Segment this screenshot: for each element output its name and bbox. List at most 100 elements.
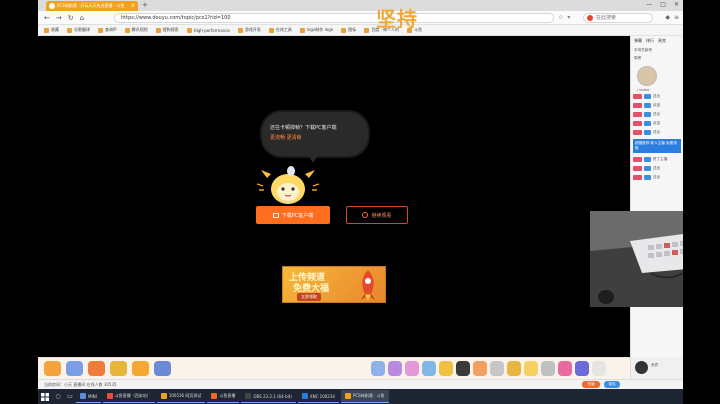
taskbar-app[interactable]: 斗鱼直播（西安站） [102, 390, 155, 403]
gift-icon[interactable] [439, 361, 453, 376]
bookmark-item[interactable]: 谷歌翻译 [67, 27, 90, 33]
extension-icon[interactable]: ◆ [665, 14, 670, 21]
avatar[interactable] [637, 66, 657, 86]
bookmark-label: 图标 [348, 27, 357, 32]
bookmark-label: 收藏 [51, 27, 59, 32]
chat-message: 送出 [631, 164, 683, 173]
search-input[interactable]: 在此搜索 [583, 13, 653, 23]
sidebar-tab[interactable]: 贵宾 [658, 38, 666, 46]
speech-bubble: 还在卡顿掉帧？下载PC客户端 更流畅 更清晰 [262, 112, 368, 163]
start-button[interactable] [38, 389, 52, 404]
gift-icon[interactable] [524, 361, 538, 376]
chat-message: 送出 [631, 128, 683, 137]
sidebar-tab[interactable]: 排行 [646, 38, 654, 46]
chat-message: 送出 [631, 92, 683, 101]
fan-badge-icon [633, 112, 642, 117]
back-icon[interactable]: ← [44, 13, 50, 23]
continue-watching-label: 继续观看 [371, 212, 392, 219]
gift-icon[interactable] [132, 361, 149, 376]
browser-tab[interactable]: PCS神剧通 · 好玩天天有虎直播 - 斗鱼 × [46, 1, 138, 11]
fan-badge-icon [633, 175, 642, 180]
star-icon[interactable]: ☆ [558, 14, 563, 21]
gift-icon[interactable] [473, 361, 487, 376]
gift-icon[interactable] [88, 361, 105, 376]
dropdown-icon[interactable]: ▾ [567, 14, 570, 21]
search-icon[interactable]: ○ [52, 389, 64, 404]
continue-watching-button[interactable]: 继续观看 [346, 206, 408, 224]
menu-icon[interactable]: ≡ [674, 14, 679, 21]
bookmark-icon [364, 27, 370, 33]
banner-cta[interactable]: 立即领取 [297, 293, 321, 301]
sidebar-tab[interactable]: 弹幕 [634, 38, 642, 46]
gift-icon[interactable] [66, 361, 83, 376]
bookmark-item[interactable]: 腾讯视频 [124, 27, 148, 33]
gift-icon[interactable] [405, 361, 419, 376]
level-badge-icon [644, 112, 651, 117]
taskbar-app-label: PCS神剧通 · 斗鱼 [352, 393, 385, 398]
gift-icon[interactable] [44, 361, 61, 376]
taskbar-app-label: 100536 网页测试 [168, 393, 202, 398]
bookmark-item[interactable]: 图标 [341, 27, 356, 33]
promo-banner[interactable]: 上传频道 免费大福 立即领取 [282, 266, 386, 303]
bookmark-icon [98, 27, 103, 33]
maximize-button[interactable]: □ [660, 1, 666, 8]
taskbar-app[interactable]: OBS 23.2.1 (64-bit) [241, 390, 296, 403]
forward-icon[interactable]: → [56, 13, 62, 23]
taskbar-app[interactable]: 斗鱼直播 [207, 390, 240, 403]
bookmark-item[interactable]: 查询IP [98, 27, 117, 33]
chat-text: 送出 [653, 175, 661, 179]
reload-icon[interactable]: ↻ [68, 13, 74, 23]
url-input[interactable]: https://www.douyu.com/topic/pcs1?rid=100 [114, 13, 554, 23]
rocket-icon [361, 270, 375, 301]
gift-icon[interactable] [371, 361, 385, 376]
taskbar-app[interactable]: MINI [76, 390, 101, 403]
bookmark-item[interactable]: 游戏开发 [237, 27, 261, 33]
bookmark-item[interactable]: 在线工具 [268, 27, 292, 33]
gift-icon[interactable] [422, 361, 436, 376]
chat-text: 欢迎 [653, 121, 661, 125]
new-tab-button[interactable]: + [142, 1, 148, 10]
bookmark-item[interactable]: 收藏 [44, 27, 59, 33]
avatar[interactable] [635, 361, 648, 374]
taskbar-app-label: 斗鱼直播 [219, 393, 236, 398]
bookmark-item[interactable]: 搜狗搜索 [155, 27, 179, 33]
recharge-button[interactable]: 充值 [582, 381, 600, 388]
minimize-button[interactable]: — [646, 1, 652, 8]
app-icon [245, 393, 252, 399]
taskbar-app[interactable]: XNC 100234 [297, 390, 339, 403]
tab-title: PCS神剧通 · 好玩天天有虎直播 - 斗鱼 [57, 3, 125, 8]
bookmark-icon [186, 27, 192, 33]
backpack-button[interactable]: 背包 [604, 381, 620, 388]
rank-label[interactable]: 周榜 [631, 56, 683, 64]
download-client-button[interactable]: 下载PC客户端 [256, 206, 330, 224]
fan-badge-icon [633, 94, 642, 99]
task-view-icon[interactable]: ▭ [64, 389, 76, 404]
gift-icon[interactable] [110, 361, 127, 376]
close-tab-icon[interactable]: × [131, 3, 135, 9]
close-window-button[interactable]: ✕ [674, 1, 679, 8]
bookmark-label: High-performance [193, 27, 230, 33]
gift-icon[interactable] [490, 361, 504, 376]
home-icon[interactable]: ⌂ [80, 13, 84, 23]
chat-text: 赞了主播 [653, 157, 668, 161]
gift-icon[interactable] [558, 361, 572, 376]
gift-icon[interactable] [154, 361, 171, 376]
notice-card[interactable]: 超管推荐 新人主播 免费领取 [633, 139, 681, 153]
taskbar-app[interactable]: PCS神剧通 · 斗鱼 [340, 390, 389, 403]
gift-icon[interactable] [592, 361, 606, 376]
gift-icon[interactable] [541, 361, 555, 376]
level-badge-icon [644, 130, 651, 135]
gift-icon[interactable] [388, 361, 402, 376]
taskbar-app[interactable]: 100536 网页测试 [156, 390, 206, 403]
gift-icon[interactable] [507, 361, 521, 376]
bookmark-item[interactable]: High-performance [186, 27, 230, 33]
level-badge-icon [644, 175, 651, 180]
video-player[interactable]: 还在卡顿掉帧？下载PC客户端 更流畅 更清晰 下载PC客户端 继续观看 上传频道… [38, 36, 630, 357]
gift-icon[interactable] [456, 361, 470, 376]
watermark-text: 坚持 [376, 7, 418, 31]
url-actions: ☆ ▾ [558, 14, 570, 21]
fan-badge-icon [633, 130, 642, 135]
bookmark-item[interactable]: logo制作 logo [299, 27, 333, 33]
gift-icon[interactable] [575, 361, 589, 376]
chat-message: 赞了主播 [631, 155, 683, 164]
